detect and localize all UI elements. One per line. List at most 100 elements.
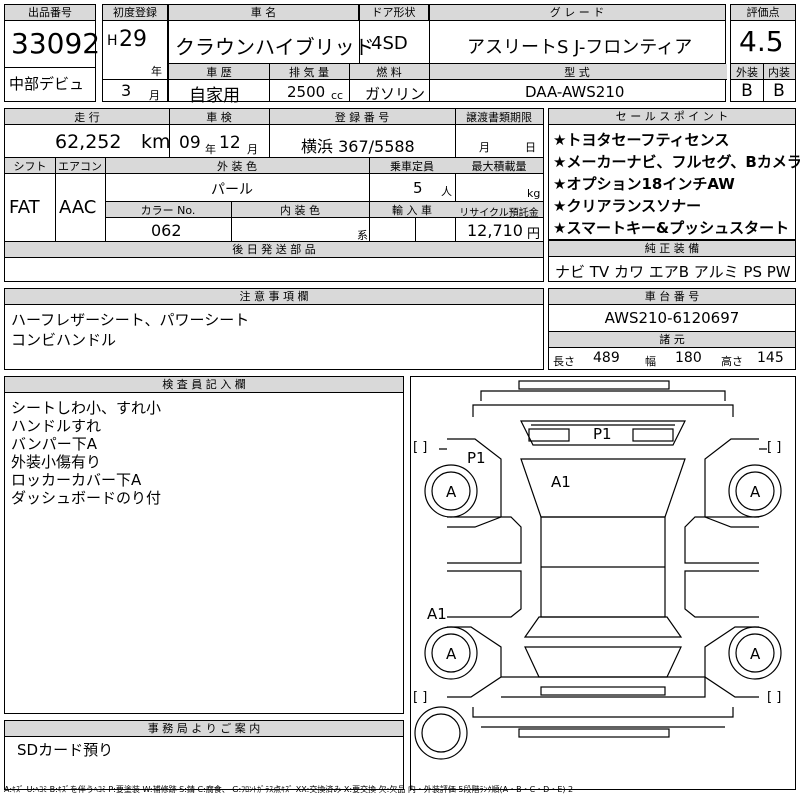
reg-number-label: 登 録 番 号 (334, 111, 390, 124)
displacement-label: 排 気 量 (289, 66, 329, 79)
exterior-label: 外装 (736, 66, 758, 79)
inspector-block: 検 査 員 記 入 欄 シートしわ小、すれ小 ハンドルすれ バンパー下A 外装小… (4, 376, 404, 714)
inspector-line: ダッシュボードのり付 (11, 489, 162, 507)
lot-number: 33092 (11, 27, 101, 60)
length: 489 (593, 350, 620, 366)
score-label: 評価点 (731, 5, 795, 21)
exterior-color: パール (211, 182, 253, 198)
era: H (107, 33, 118, 49)
displacement: 2500 (287, 83, 326, 101)
capacity-unit: 人 (441, 185, 452, 198)
lot-number-cell: 出品番号 33092 中部デビュ (4, 4, 100, 102)
model-label: 型 式 (564, 66, 590, 79)
notes-block: 注 意 事 項 欄 ハーフレザーシート、パワーシート コンビハンドル (4, 288, 544, 370)
damage-mark-a1-left: A1 (427, 605, 447, 623)
dimensions-label: 諸 元 (549, 332, 795, 348)
length-label: 長さ (553, 355, 575, 368)
displacement-unit: cc (331, 89, 344, 102)
shift-label: シフト (13, 160, 47, 173)
damage-mark-p1-left: P1 (467, 449, 486, 467)
note-line: ハーフレザーシート、パワーシート (11, 311, 250, 329)
damage-mark-p1-front: P1 (593, 425, 612, 443)
mileage-label: 走 行 (74, 111, 100, 124)
capacity: 5 (413, 179, 423, 197)
car-diagram-svg: [ ] [ ] [ ] [ ] P1 P1 A1 A1 A A A A (413, 380, 782, 760)
registration-number: 横浜 367/5588 (301, 137, 415, 156)
width: 180 (675, 350, 702, 366)
chassis-label: 車 台 番 号 (549, 289, 795, 305)
inspector-label: 検 査 員 記 入 欄 (5, 377, 403, 393)
color-label: 外 装 色 (217, 160, 257, 173)
grade: アスリートS J-フロンティア (467, 37, 693, 58)
lot-number-label: 出品番号 (5, 5, 95, 21)
bracket-mark: [ ] (413, 440, 427, 455)
interior-grade: B (773, 81, 785, 101)
color-number: 062 (151, 221, 182, 240)
car-info-cell: 車 名 ドア形状 グ レ ー ド クラウンハイブリッド 4SD アスリートS J… (168, 4, 727, 106)
equipment-label: 純 正 装 備 (549, 241, 795, 257)
load-label: 最大積載量 (471, 160, 527, 173)
tire-mark: A (446, 645, 457, 663)
sales-point: ★クリアランスソナー (553, 197, 702, 215)
score: 4.5 (739, 25, 784, 58)
fuel: ガソリン (365, 85, 426, 103)
tire-mark: A (750, 483, 761, 501)
interior-color-label: 内 装 色 (280, 204, 320, 217)
fuel-label: 燃 料 (376, 66, 402, 79)
recycle-label: リサイクル預託金 (459, 208, 539, 219)
sales-point: ★オプション18インチAW (553, 175, 735, 193)
model: DAA-AWS210 (525, 83, 625, 101)
car-name-label: 車 名 (169, 5, 359, 21)
debut-label: 中部デビュ (9, 75, 85, 93)
door-label: ドア形状 (359, 5, 429, 21)
notes-label: 注 意 事 項 欄 (5, 289, 543, 305)
capacity-label: 乗車定員 (390, 160, 434, 173)
transfer-day: 日 (525, 141, 536, 154)
height: 145 (757, 350, 784, 366)
sales-points-label: セ ー ル ス ポ イ ン ト (549, 109, 795, 125)
width-label: 幅 (645, 355, 656, 368)
insp-year-unit: 年 (205, 143, 216, 156)
car-name: クラウンハイブリッド (175, 35, 375, 59)
later-parts-label: 後 日 発 送 部 品 (5, 242, 543, 258)
office-block: 事 務 局 よ り ご 案 内 SDカード預り (4, 720, 404, 790)
equipment-list: ナビ TV カワ エアB アルミ PS PW (555, 263, 791, 281)
sales-point: ★スマートキー&プッシュスタート (553, 219, 790, 237)
inspection-year: 09 (179, 133, 201, 153)
mileage: 62,252 (55, 131, 122, 153)
insp-month-unit: 月 (247, 143, 258, 156)
month-unit: 月 (149, 89, 160, 102)
first-registration-cell: 初度登録 H 29 年 3 月 (102, 4, 168, 102)
legend: A:ｷｽﾞ U:ﾍｺﾐ B:ｷｽﾞを伴うﾍｺﾐ P:要塗装 W:補修跡 S:錆 … (4, 785, 574, 794)
equipment-block: 純 正 装 備 ナビ TV カワ エアB アルミ PS PW (548, 240, 796, 282)
load-unit: kg (527, 187, 541, 200)
first-reg-label: 初度登録 (103, 5, 167, 21)
tire-mark: A (750, 645, 761, 663)
recycle-fee: 12,710 (467, 221, 523, 240)
score-cell: 評価点 4.5 外装 内装 B B (730, 4, 796, 102)
year-unit: 年 (151, 65, 162, 78)
bracket-mark: [ ] (767, 440, 781, 455)
history-label: 車 歴 (206, 66, 232, 79)
grade-label: グ レ ー ド (429, 5, 725, 21)
inspection-month: 12 (219, 133, 241, 153)
shift: FAT (9, 197, 40, 218)
header-block: 出品番号 33092 中部デビュ 初度登録 H 29 年 3 月 車 名 ドア形… (4, 4, 796, 106)
mileage-unit: km (141, 131, 171, 153)
note-line: コンビハンドル (11, 331, 117, 349)
exterior-grade: B (741, 81, 753, 101)
chassis-number: AWS210-6120697 (604, 309, 740, 327)
bracket-mark: [ ] (413, 690, 427, 705)
damage-mark-a1-center: A1 (551, 473, 571, 491)
height-label: 高さ (721, 355, 743, 368)
tire-mark: A (446, 483, 457, 501)
vehicle-details-block: 走 行 車 検 登 録 番 号 譲渡書類期限 62,252 km 09 年 12… (4, 108, 544, 282)
ac-label: エアコン (58, 160, 102, 173)
sales-point: ★メーカーナビ、フルセグ、Bカメラ (553, 153, 800, 171)
import-label: 輸 入 車 (392, 204, 432, 217)
recycle-unit: 円 (527, 227, 541, 242)
sales-points-block: セ ー ル ス ポ イ ン ト ★トヨタセーフティセンス ★メーカーナビ、フルセ… (548, 108, 800, 240)
color-no-label: カラー No. (140, 204, 196, 217)
first-reg-month: 3 (121, 81, 132, 100)
ac-type: AAC (59, 197, 97, 218)
